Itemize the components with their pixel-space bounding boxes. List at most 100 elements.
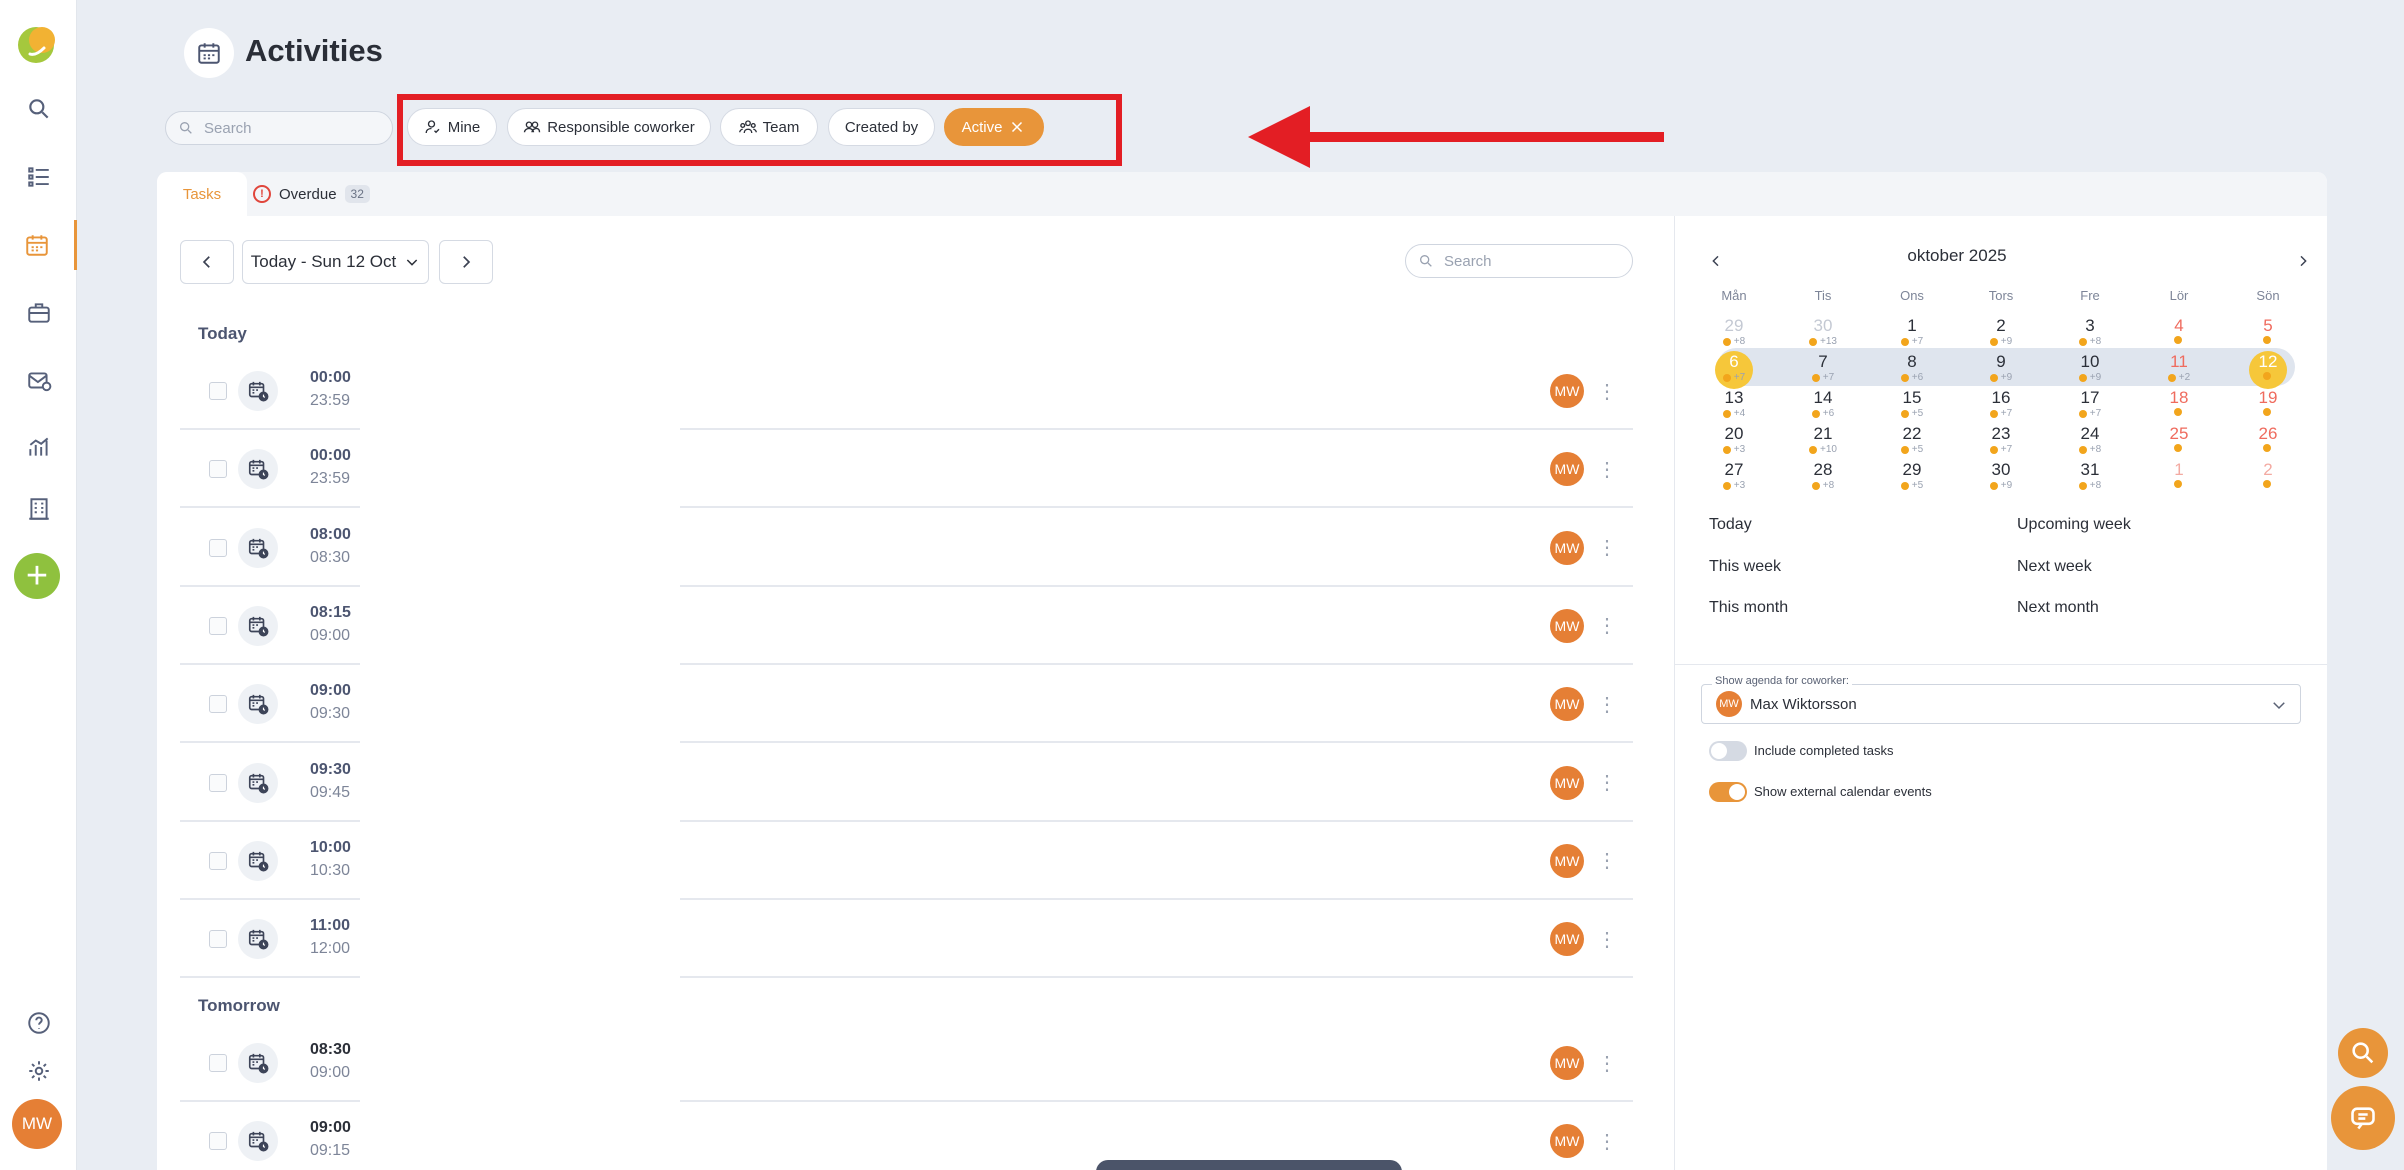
building-icon[interactable]	[0, 484, 77, 534]
calendar-day[interactable]: 5	[2238, 316, 2298, 344]
calendar-day[interactable]: 11 +2	[2149, 352, 2209, 384]
task-checkbox[interactable]	[209, 773, 227, 792]
calendar-day[interactable]: 4	[2149, 316, 2209, 344]
external-events-toggle[interactable]	[1709, 782, 1747, 802]
task-row[interactable]: 08:15 09:00 MW ⋮	[180, 587, 1633, 665]
calendar-day[interactable]: 21 +10	[1793, 424, 1853, 456]
search-icon[interactable]	[0, 84, 77, 134]
calendar-day[interactable]: 31 +8	[2060, 460, 2120, 492]
quick-link-this-week[interactable]: This week	[1709, 558, 1781, 576]
task-checkbox[interactable]	[209, 460, 227, 479]
quick-link-next-month[interactable]: Next month	[2017, 599, 2099, 617]
more-vertical-icon[interactable]: ⋮	[1597, 374, 1617, 408]
more-vertical-icon[interactable]: ⋮	[1597, 452, 1617, 486]
task-owner-avatar[interactable]: MW	[1550, 687, 1584, 722]
more-vertical-icon[interactable]: ⋮	[1597, 922, 1617, 956]
calendar-day[interactable]: 17 +7	[2060, 388, 2120, 420]
filter-created-by[interactable]: Created by	[828, 108, 935, 146]
prev-day-button[interactable]	[180, 240, 234, 284]
more-vertical-icon[interactable]: ⋮	[1597, 844, 1617, 878]
agenda-coworker-select[interactable]: MW Max Wiktorsson	[1701, 684, 2301, 724]
task-row[interactable]: 10:00 10:30 MW ⋮	[180, 822, 1633, 900]
help-icon[interactable]	[0, 998, 77, 1048]
calendar-day[interactable]: 8 +6	[1882, 352, 1942, 384]
calendar-day[interactable]: 26	[2238, 424, 2298, 452]
quick-link-today[interactable]: Today	[1709, 516, 1752, 534]
calendar-day[interactable]: 22 +5	[1882, 424, 1942, 456]
filter-responsible-coworker[interactable]: Responsible coworker	[507, 108, 711, 146]
chart-icon[interactable]	[0, 422, 77, 472]
more-vertical-icon[interactable]: ⋮	[1597, 1046, 1617, 1080]
task-checkbox[interactable]	[209, 930, 227, 949]
calendar-day[interactable]: 23 +7	[1971, 424, 2031, 456]
task-checkbox[interactable]	[209, 616, 227, 635]
calendar-day[interactable]: 13 +4	[1704, 388, 1764, 420]
calendar-day[interactable]: 7 +7	[1793, 352, 1853, 384]
task-owner-avatar[interactable]: MW	[1550, 765, 1584, 800]
user-avatar[interactable]: MW	[12, 1099, 62, 1149]
more-vertical-icon[interactable]: ⋮	[1597, 766, 1617, 800]
calendar-icon[interactable]	[0, 220, 77, 270]
task-owner-avatar[interactable]: MW	[1550, 1046, 1584, 1080]
calendar-day[interactable]: 29 +5	[1882, 460, 1942, 492]
list-search-input[interactable]: Search	[1405, 244, 1633, 278]
filter-active[interactable]: Active	[944, 108, 1044, 146]
quick-link-upcoming-week[interactable]: Upcoming week	[2017, 516, 2131, 534]
search-fab[interactable]	[2338, 1028, 2388, 1078]
calendar-day[interactable]: 16 +7	[1971, 388, 2031, 420]
task-owner-avatar[interactable]: MW	[1550, 452, 1584, 487]
list-icon[interactable]	[0, 152, 77, 202]
task-row[interactable]: 11:00 12:00 MW ⋮	[180, 900, 1633, 979]
mail-icon[interactable]	[0, 356, 77, 406]
quick-link-this-month[interactable]: This month	[1709, 599, 1788, 617]
task-row[interactable]: 08:00 08:30 MW ⋮	[180, 509, 1633, 587]
task-checkbox[interactable]	[209, 1132, 227, 1151]
calendar-day[interactable]: 24 +8	[2060, 424, 2120, 456]
calendar-day[interactable]: 30 +13	[1793, 316, 1853, 348]
calendar-day[interactable]: 12	[2238, 352, 2298, 380]
task-owner-avatar[interactable]: MW	[1550, 843, 1584, 878]
calendar-day[interactable]: 20 +3	[1704, 424, 1764, 456]
calendar-day[interactable]: 1 +7	[1882, 316, 1942, 348]
task-row[interactable]: 09:00 09:30 MW ⋮	[180, 665, 1633, 744]
task-row[interactable]: 00:00 23:59 MW ⋮	[180, 352, 1633, 430]
quick-link-next-week[interactable]: Next week	[2017, 558, 2092, 576]
filter-mine[interactable]: Mine	[407, 108, 497, 146]
task-row[interactable]: 00:00 23:59 MW ⋮	[180, 430, 1633, 509]
task-checkbox[interactable]	[209, 538, 227, 557]
calendar-day[interactable]: 2 +9	[1971, 316, 2031, 348]
calendar-day[interactable]: 10 +9	[2060, 352, 2120, 384]
calendar-day[interactable]: 25	[2149, 424, 2209, 452]
calendar-day[interactable]: 2	[2238, 460, 2298, 488]
date-range-select[interactable]: Today - Sun 12 Oct	[242, 240, 429, 284]
more-vertical-icon[interactable]: ⋮	[1597, 531, 1617, 565]
task-row[interactable]: 09:30 09:45 MW ⋮	[180, 744, 1633, 822]
task-checkbox[interactable]	[209, 851, 227, 870]
app-logo-icon[interactable]	[14, 24, 60, 66]
more-vertical-icon[interactable]: ⋮	[1597, 609, 1617, 643]
filter-team[interactable]: Team	[720, 108, 818, 146]
close-icon[interactable]	[1008, 118, 1026, 136]
task-owner-avatar[interactable]: MW	[1550, 608, 1584, 643]
task-owner-avatar[interactable]: MW	[1550, 530, 1584, 565]
calendar-day[interactable]: 9 +9	[1971, 352, 2031, 384]
task-checkbox[interactable]	[209, 382, 227, 400]
task-checkbox[interactable]	[209, 695, 227, 714]
task-owner-avatar[interactable]: MW	[1550, 1124, 1584, 1159]
more-vertical-icon[interactable]: ⋮	[1597, 1124, 1617, 1158]
briefcase-icon[interactable]	[0, 288, 77, 338]
task-owner-avatar[interactable]: MW	[1550, 922, 1584, 957]
task-row[interactable]: 08:30 09:00 MW ⋮	[180, 1024, 1633, 1102]
chat-fab[interactable]	[2331, 1086, 2395, 1150]
calendar-day[interactable]: 28 +8	[1793, 460, 1853, 492]
calendar-next-button[interactable]	[2290, 248, 2316, 274]
calendar-day[interactable]: 30 +9	[1971, 460, 2031, 492]
search-input[interactable]: Search	[165, 111, 393, 145]
calendar-day[interactable]: 27 +3	[1704, 460, 1764, 492]
task-checkbox[interactable]	[209, 1054, 227, 1072]
calendar-day[interactable]: 19	[2238, 388, 2298, 416]
next-day-button[interactable]	[439, 240, 493, 284]
more-vertical-icon[interactable]: ⋮	[1597, 687, 1617, 721]
calendar-day[interactable]: 29 +8	[1704, 316, 1764, 348]
add-button[interactable]: +	[14, 553, 60, 599]
